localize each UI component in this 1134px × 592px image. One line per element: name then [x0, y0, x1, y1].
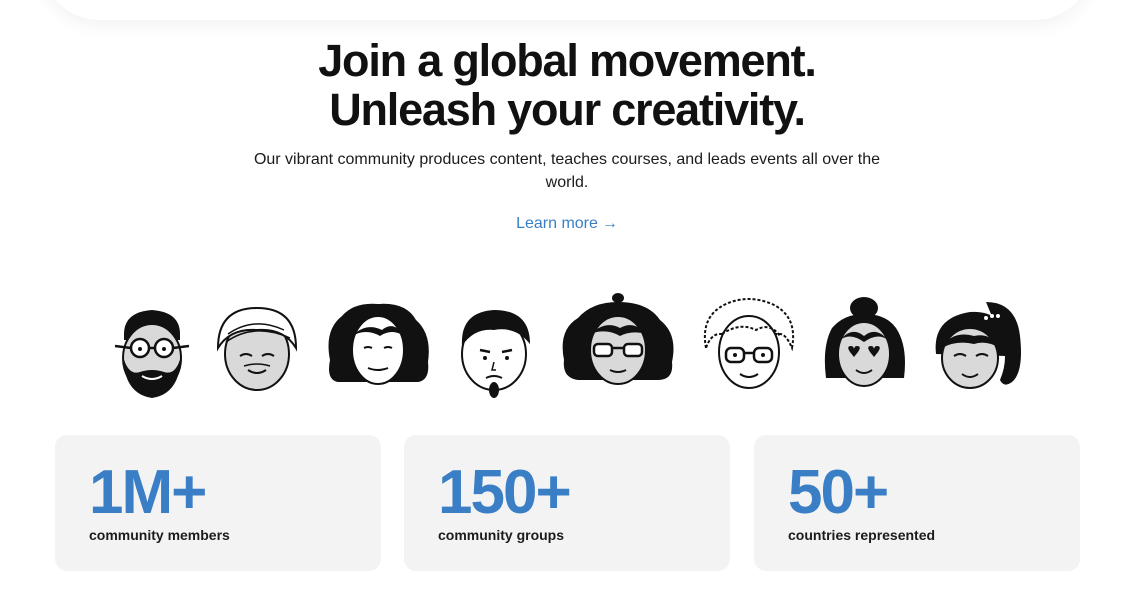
stat-label: community groups — [438, 527, 565, 543]
ponytail-woman-face-icon — [935, 302, 1021, 389]
headline-line-2: Unleash your creativity. — [329, 84, 806, 135]
page-title: Join a global movement. Unleash your cre… — [0, 36, 1134, 134]
turban-elder-face-icon — [216, 306, 298, 391]
community-faces-row — [0, 286, 1134, 404]
top-bar-edge — [40, 0, 1094, 20]
headline-line-1: Join a global movement. — [318, 35, 817, 86]
hero-subtitle: Our vibrant community produces content, … — [253, 151, 881, 191]
bearded-man-face-icon — [114, 310, 190, 398]
stat-label: community members — [89, 527, 230, 543]
stats-section: 1M+ community members 150+ community gro… — [55, 435, 1080, 571]
stat-card-groups: 150+ community groups — [404, 435, 730, 571]
stat-value: 1M+ — [89, 458, 207, 527]
curly-glasses-person-face-icon — [704, 298, 794, 389]
learn-more-label: Learn more — [516, 215, 598, 232]
goatee-man-face-icon — [461, 310, 530, 398]
arrow-right-icon: → — [601, 215, 618, 232]
stat-card-members: 1M+ community members — [55, 435, 381, 571]
curly-hair-woman-face-icon — [328, 303, 429, 385]
hero-section: Join a global movement. Unleash your cre… — [0, 36, 1134, 233]
stat-value: 50+ — [788, 458, 889, 527]
stat-card-countries: 50+ countries represented — [754, 435, 1080, 571]
beret-glasses-woman-face-icon — [562, 293, 674, 385]
stat-value: 150+ — [438, 458, 572, 527]
stat-label: countries represented — [788, 527, 936, 543]
learn-more-link[interactable]: Learn more → — [516, 215, 618, 233]
bun-heart-eyes-woman-face-icon — [824, 297, 905, 387]
